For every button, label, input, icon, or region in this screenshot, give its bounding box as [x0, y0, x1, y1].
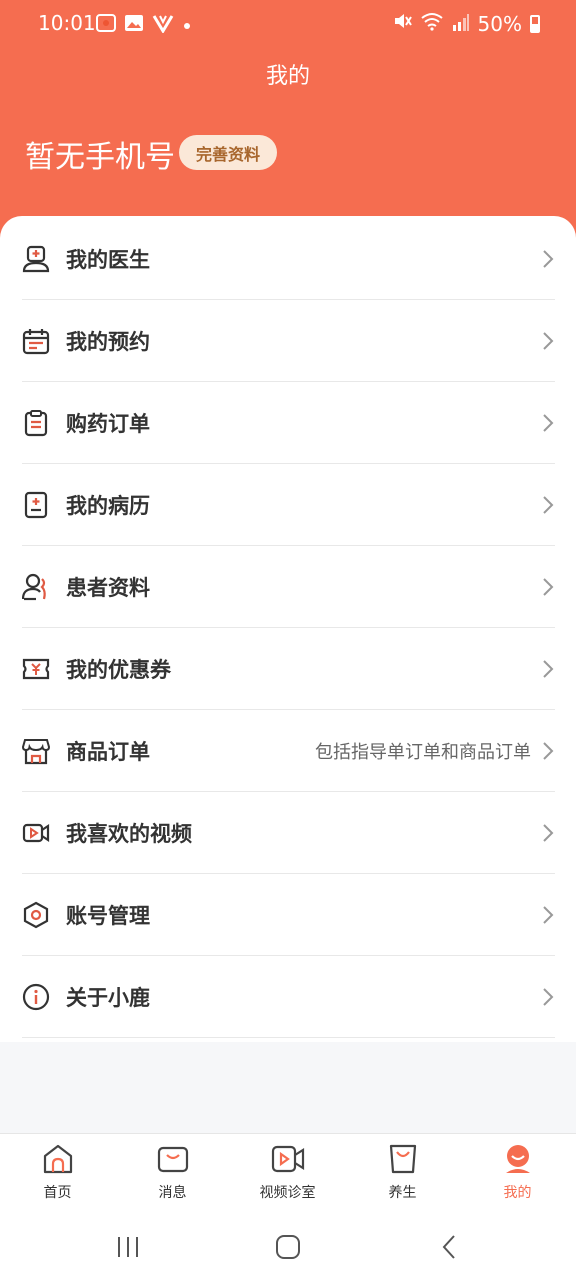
menu-item-subtitle: 包括指导单订单和商品订单 [315, 742, 531, 763]
medical-record-icon [22, 491, 50, 519]
doctor-icon [22, 245, 50, 273]
menu-item-label: 我的病历 [66, 494, 150, 518]
tab-wellness[interactable]: 养生 [345, 1142, 460, 1204]
page-title: 我的 [265, 64, 310, 89]
menu-item-label: 账号管理 [66, 904, 150, 928]
chevron-right-icon [541, 741, 555, 761]
notification-icon [96, 13, 116, 37]
header: 10:01 50% 我的 暂无手机号 完善资料 [0, 0, 576, 240]
menu-item-label: 我的优惠券 [66, 658, 171, 682]
menu-item-account-management[interactable]: 账号管理 [22, 874, 555, 956]
menu-item-coupons[interactable]: 我的优惠券 [22, 628, 555, 710]
coupon-icon [22, 655, 50, 683]
gallery-icon [124, 13, 144, 37]
tab-profile[interactable]: 我的 [460, 1142, 575, 1204]
signal-icon [452, 12, 470, 36]
chevron-right-icon [541, 495, 555, 515]
menu-item-product-orders[interactable]: 商品订单 包括指导单订单和商品订单 [22, 710, 555, 792]
info-icon [22, 983, 50, 1011]
menu-item-drug-orders[interactable]: 购药订单 [22, 382, 555, 464]
menu-item-about[interactable]: 关于小鹿 [22, 956, 555, 1038]
tab-home[interactable]: 首页 [0, 1142, 115, 1204]
menu-item-my-appointment[interactable]: 我的预约 [22, 300, 555, 382]
menu-item-label: 我的医生 [66, 248, 150, 272]
chevron-right-icon [541, 823, 555, 843]
tab-label: 视频诊室 [259, 1185, 316, 1201]
status-time: 10:01 [38, 11, 96, 35]
status-right: 50% [392, 11, 540, 36]
chevron-right-icon [541, 413, 555, 433]
menu-item-label: 患者资料 [66, 576, 150, 600]
battery-icon [530, 14, 540, 33]
mute-icon [392, 11, 412, 36]
v-app-icon [152, 13, 174, 37]
chevron-right-icon [541, 905, 555, 925]
system-nav-bar [0, 1207, 576, 1280]
menu-item-label: 我喜欢的视频 [66, 822, 192, 846]
chevron-right-icon [541, 659, 555, 679]
tab-label: 养生 [388, 1185, 417, 1201]
chevron-right-icon [541, 987, 555, 1007]
patient-icon [22, 573, 50, 601]
complete-profile-button[interactable]: 完善资料 [179, 135, 277, 170]
tab-label: 我的 [503, 1185, 532, 1201]
status-left-icons [96, 13, 192, 37]
video-clinic-icon [271, 1142, 305, 1176]
message-icon [156, 1142, 190, 1176]
dot-icon [182, 16, 192, 35]
menu-card: 我的医生 我的预约 购药订单 我的病历 患者资料 我的优惠券 商品订单 包括指导… [0, 216, 576, 1042]
menu-item-label: 我的预约 [66, 330, 150, 354]
video-icon [22, 819, 50, 847]
menu-item-patient-info[interactable]: 患者资料 [22, 546, 555, 628]
settings-hex-icon [22, 901, 50, 929]
menu-item-label: 商品订单 [66, 740, 150, 764]
menu-item-label: 购药订单 [66, 412, 150, 436]
tab-label: 首页 [43, 1185, 72, 1201]
home-nav-icon[interactable] [268, 1227, 308, 1267]
clipboard-icon [22, 409, 50, 437]
status-bar: 10:01 50% [0, 0, 576, 46]
menu-item-favorite-videos[interactable]: 我喜欢的视频 [22, 792, 555, 874]
bottom-tab-bar: 首页 消息 视频诊室 养生 我的 [0, 1133, 576, 1207]
shopping-bag-icon [386, 1142, 420, 1176]
tab-messages[interactable]: 消息 [115, 1142, 230, 1204]
calendar-icon [22, 327, 50, 355]
menu-item-my-doctor[interactable]: 我的医生 [22, 218, 555, 300]
profile-name[interactable]: 暂无手机号 [25, 132, 175, 176]
chevron-right-icon [541, 331, 555, 351]
recent-apps-icon[interactable] [108, 1227, 148, 1267]
battery-text: 50% [477, 11, 522, 36]
menu-item-label: 关于小鹿 [66, 986, 150, 1010]
chevron-right-icon [541, 249, 555, 269]
profile-icon [501, 1142, 535, 1176]
tab-video-clinic[interactable]: 视频诊室 [230, 1142, 345, 1204]
store-icon [22, 737, 50, 765]
home-icon [41, 1142, 75, 1176]
back-nav-icon[interactable] [430, 1227, 470, 1267]
menu-item-medical-records[interactable]: 我的病历 [22, 464, 555, 546]
wifi-icon [420, 11, 444, 36]
tab-label: 消息 [158, 1185, 187, 1201]
chevron-right-icon [541, 577, 555, 597]
